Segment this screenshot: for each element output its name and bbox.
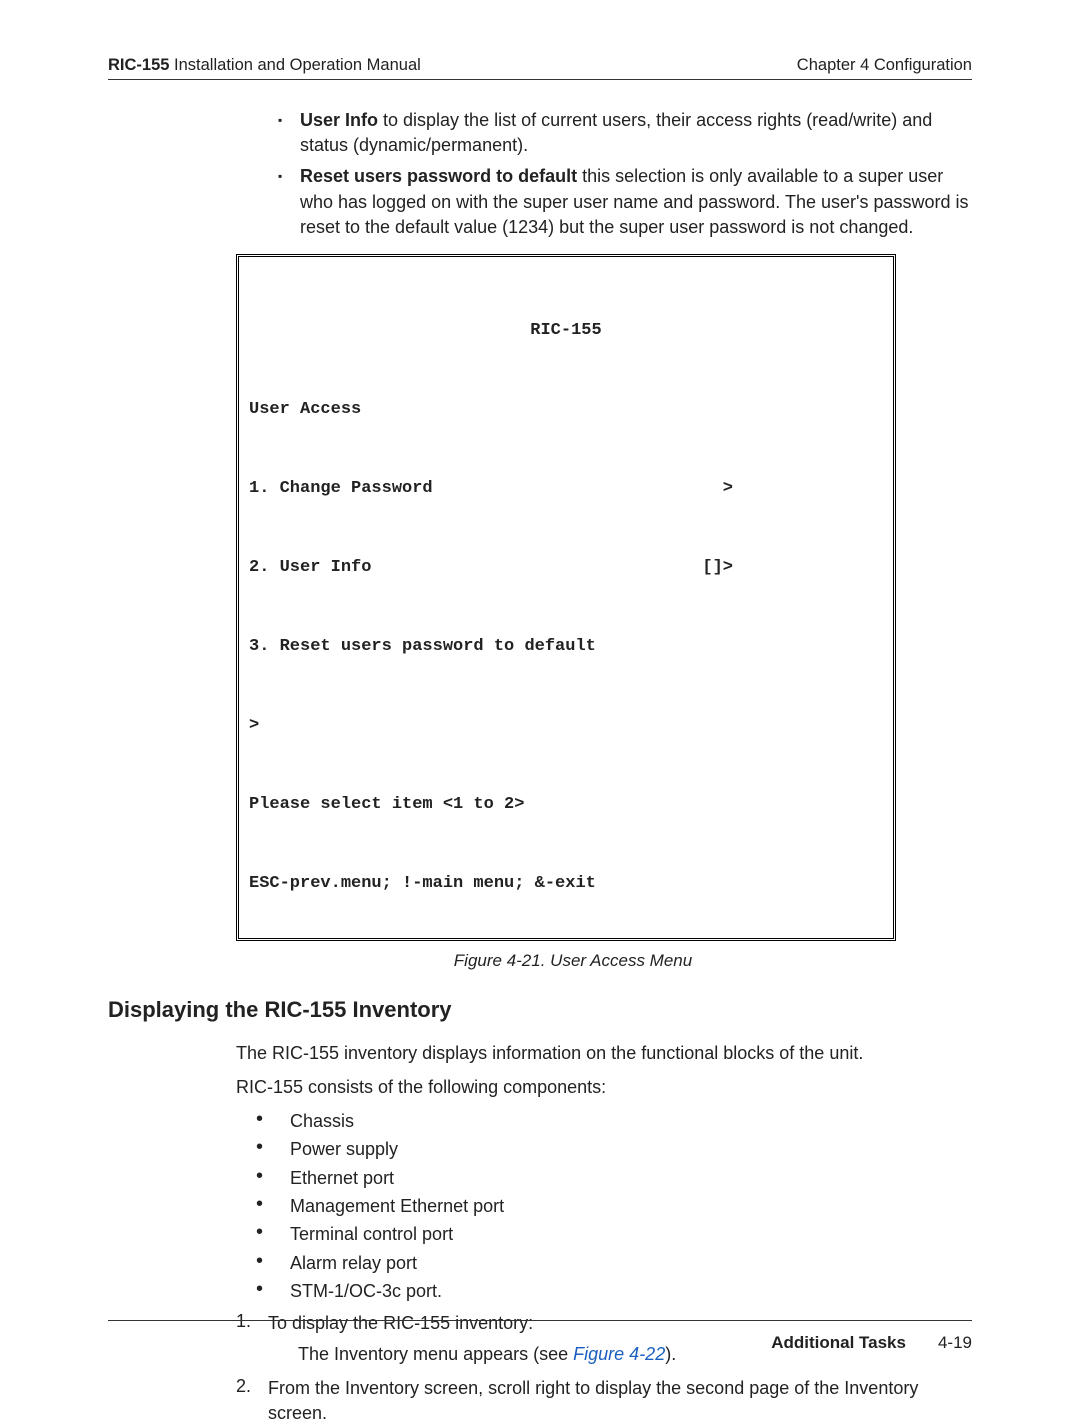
component-text: Terminal control port [290, 1222, 972, 1246]
terminal-title: RIC-155 [249, 318, 883, 344]
component-list: •Chassis •Power supply •Ethernet port •M… [256, 1109, 972, 1303]
menu-marker: []> [702, 555, 733, 581]
terminal-menu-item: 2. User Info []> [249, 555, 883, 581]
terminal-screenshot: RIC-155 User Access 1. Change Password> … [236, 254, 896, 941]
menu-label: 2. User Info [249, 555, 371, 581]
component-text: Management Ethernet port [290, 1194, 972, 1218]
doc-title: Installation and Operation Manual [169, 56, 420, 74]
component-text: Chassis [290, 1109, 972, 1133]
terminal-menu-title: User Access [249, 397, 883, 423]
menu-marker: > [723, 476, 733, 502]
list-item: •Terminal control port [256, 1222, 972, 1246]
header-left: RIC-155 Installation and Operation Manua… [108, 56, 421, 75]
chapter-label: Chapter 4 Configuration [797, 56, 972, 75]
body-paragraph: The RIC-155 inventory displays informati… [236, 1041, 972, 1065]
terminal-nav-line: ESC-prev.menu; !-main menu; &-exit [249, 871, 883, 897]
dot-bullet-icon: • [256, 1137, 290, 1161]
list-item-text: Reset users password to default this sel… [300, 164, 972, 240]
list-item: •Alarm relay port [256, 1251, 972, 1275]
list-item: ▪ User Info to display the list of curre… [278, 108, 972, 158]
footer-section-title: Additional Tasks [771, 1333, 906, 1353]
terminal-select-line: Please select item <1 to 2> [249, 792, 883, 818]
list-item: •Management Ethernet port [256, 1194, 972, 1218]
menu-label: 3. Reset users password to default [249, 634, 596, 660]
page-footer: Additional Tasks 4-19 [108, 1320, 972, 1353]
list-item: •Power supply [256, 1137, 972, 1161]
dot-bullet-icon: • [256, 1194, 290, 1218]
intro-list: ▪ User Info to display the list of curre… [278, 108, 972, 240]
page-header: RIC-155 Installation and Operation Manua… [108, 56, 972, 80]
step-item: 2. From the Inventory screen, scroll rig… [236, 1376, 972, 1426]
terminal-prompt: > [249, 713, 883, 739]
list-item: ▪ Reset users password to default this s… [278, 164, 972, 240]
terminal-menu-item: 1. Change Password > [249, 476, 883, 502]
dot-bullet-icon: • [256, 1222, 290, 1246]
dot-bullet-icon: • [256, 1279, 290, 1303]
menu-label: 1. Change Password [249, 476, 433, 502]
component-text: Alarm relay port [290, 1251, 972, 1275]
item-rest: to display the list of current users, th… [300, 110, 932, 155]
product-name: RIC-155 [108, 56, 169, 74]
body-paragraph: RIC-155 consists of the following compon… [236, 1075, 972, 1099]
list-item: •Chassis [256, 1109, 972, 1133]
dot-bullet-icon: • [256, 1109, 290, 1133]
bold-term: User Info [300, 110, 378, 130]
step-number: 2. [236, 1376, 268, 1426]
section-heading: Displaying the RIC-155 Inventory [108, 997, 972, 1023]
component-text: Ethernet port [290, 1166, 972, 1190]
square-bullet-icon: ▪ [278, 108, 300, 158]
step-text: From the Inventory screen, scroll right … [268, 1376, 972, 1426]
page-number: 4-19 [938, 1333, 972, 1353]
dot-bullet-icon: • [256, 1251, 290, 1275]
figure-caption: Figure 4-21. User Access Menu [174, 951, 972, 971]
list-item: •STM-1/OC-3c port. [256, 1279, 972, 1303]
list-item: •Ethernet port [256, 1166, 972, 1190]
bold-term: Reset users password to default [300, 166, 577, 186]
component-text: Power supply [290, 1137, 972, 1161]
square-bullet-icon: ▪ [278, 164, 300, 240]
dot-bullet-icon: • [256, 1166, 290, 1190]
list-item-text: User Info to display the list of current… [300, 108, 972, 158]
numbered-steps: 2. From the Inventory screen, scroll rig… [236, 1376, 972, 1426]
component-text: STM-1/OC-3c port. [290, 1279, 972, 1303]
terminal-menu-item: 3. Reset users password to default [249, 634, 883, 660]
